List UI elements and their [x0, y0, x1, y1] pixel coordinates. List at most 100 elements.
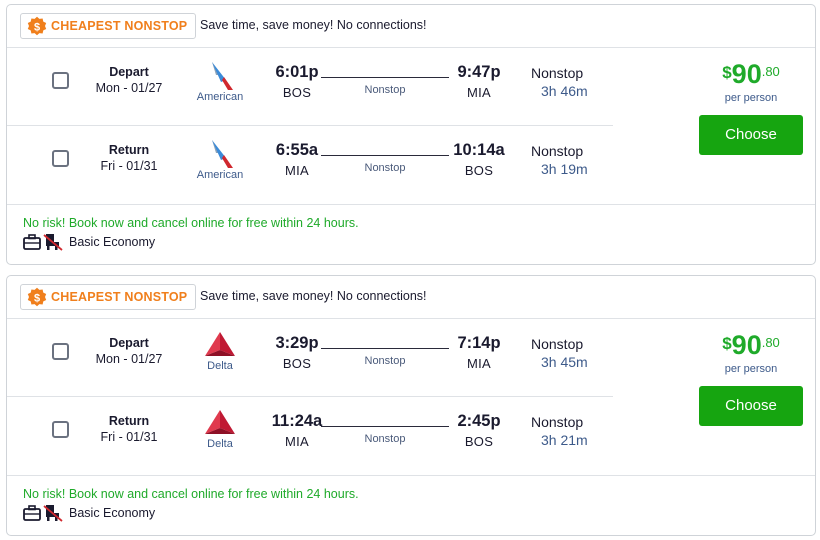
price-currency: $ [722, 334, 732, 353]
airline-name: American [196, 169, 244, 181]
duration: 3h 21m [541, 432, 588, 448]
card-footer: No risk! Book now and cancel online for … [7, 475, 815, 537]
leg-direction: Return Fri - 01/31 [77, 414, 181, 444]
airline: American [190, 60, 250, 103]
route-line [321, 348, 449, 349]
fare-class-row: Basic Economy [23, 233, 155, 251]
price: $90.80 per person [699, 330, 803, 375]
deal-banner: $ CHEAPEST NONSTOP Save time, save money… [7, 5, 815, 48]
flight-result-card: $ CHEAPEST NONSTOP Save time, save money… [6, 4, 816, 265]
dollar-badge-icon: $ [27, 287, 47, 307]
fare-class-row: Basic Economy [23, 504, 155, 522]
arrival: 2:45p BOS [439, 412, 519, 449]
arrival-airport: BOS [464, 434, 494, 449]
route-line [321, 155, 449, 156]
airline: American [190, 138, 250, 181]
leg-direction: Depart Mon - 01/27 [77, 336, 181, 366]
leg-date: Fri - 01/31 [100, 430, 158, 444]
price-amount: $90.80 [699, 59, 803, 90]
airline: Delta [190, 409, 250, 450]
airline-name: Delta [207, 360, 233, 372]
american-airlines-logo-icon [212, 140, 233, 168]
route-stops-label: Nonstop [364, 355, 406, 367]
leg-date: Mon - 01/27 [95, 81, 163, 95]
leg-date: Mon - 01/27 [95, 352, 163, 366]
cheapest-nonstop-badge: $ CHEAPEST NONSTOP [20, 284, 196, 310]
stops: Nonstop [531, 336, 584, 352]
fare-class-label: Basic Economy [69, 235, 156, 249]
departure-time: 3:29p [275, 334, 319, 352]
fare-icons [23, 504, 63, 522]
price-currency: $ [722, 63, 732, 82]
svg-text:$: $ [34, 21, 40, 33]
arrival: 10:14a BOS [439, 141, 519, 178]
choose-button[interactable]: Choose [699, 386, 803, 426]
direction-label: Depart [109, 336, 149, 350]
departure-time: 11:24a [271, 412, 323, 430]
flight-leg-depart: Depart Mon - 01/27 American 6:01p BOS No… [7, 48, 613, 126]
banner-text: Save time, save money! No connections! [200, 289, 427, 303]
route-line [321, 77, 449, 78]
delta-logo-icon [205, 410, 235, 434]
airline: Delta [190, 331, 250, 372]
leg-date: Fri - 01/31 [100, 159, 158, 173]
badge-label: CHEAPEST NONSTOP [51, 290, 188, 304]
duration: 3h 45m [541, 354, 588, 370]
leg-summary: Nonstop 3h 21m [531, 414, 631, 448]
leg-summary: Nonstop 3h 46m [531, 65, 631, 99]
arrival-airport: MIA [466, 85, 491, 100]
price-cents: .80 [761, 64, 780, 79]
departure-time: 6:55a [275, 141, 319, 159]
carry-on-bag-icon [23, 234, 41, 250]
flight-leg-return: Return Fri - 01/31 American 6:55a MIA No… [7, 126, 613, 204]
dollar-badge-icon: $ [27, 16, 47, 36]
flight-leg-depart: Depart Mon - 01/27 Delta 3:29p BOS Nonst… [7, 319, 613, 397]
price-dollars: 90 [731, 330, 762, 360]
delta-logo-icon [205, 332, 235, 356]
duration: 3h 46m [541, 83, 588, 99]
airline-name: Delta [207, 438, 233, 450]
arrival-time: 7:14p [457, 334, 501, 352]
arrival: 9:47p MIA [439, 63, 519, 100]
direction-label: Depart [109, 65, 149, 79]
route-stops-label: Nonstop [364, 84, 406, 96]
flight-leg-return: Return Fri - 01/31 Delta 11:24a MIA Nons… [7, 397, 613, 475]
arrival-time: 9:47p [457, 63, 501, 81]
per-person-label: per person [724, 363, 778, 375]
fare-icons [23, 233, 63, 251]
free-cancellation-note: No risk! Book now and cancel online for … [23, 487, 359, 501]
direction-label: Return [108, 414, 150, 428]
airline-name: American [196, 91, 244, 103]
no-seat-selection-icon [43, 234, 63, 251]
svg-text:$: $ [34, 292, 40, 304]
leg-checkbox[interactable] [52, 421, 69, 438]
arrival-time: 2:45p [457, 412, 501, 430]
banner-text: Save time, save money! No connections! [200, 18, 427, 32]
arrival: 7:14p MIA [439, 334, 519, 371]
price-amount: $90.80 [699, 330, 803, 361]
leg-checkbox[interactable] [52, 150, 69, 167]
route-stops-label: Nonstop [364, 162, 406, 174]
choose-button[interactable]: Choose [699, 115, 803, 155]
departure-time: 6:01p [275, 63, 319, 81]
leg-direction: Return Fri - 01/31 [77, 143, 181, 173]
price-dollars: 90 [731, 59, 762, 89]
stops: Nonstop [531, 65, 584, 81]
fare-class-label: Basic Economy [69, 506, 156, 520]
leg-checkbox[interactable] [52, 343, 69, 360]
flight-result-card: $ CHEAPEST NONSTOP Save time, save money… [6, 275, 816, 536]
leg-checkbox[interactable] [52, 72, 69, 89]
leg-summary: Nonstop 3h 45m [531, 336, 631, 370]
price-cents: .80 [761, 335, 780, 350]
no-seat-selection-icon [43, 505, 63, 522]
card-footer: No risk! Book now and cancel online for … [7, 204, 815, 266]
american-airlines-logo-icon [212, 62, 233, 90]
leg-summary: Nonstop 3h 19m [531, 143, 631, 177]
duration: 3h 19m [541, 161, 588, 177]
price: $90.80 per person [699, 59, 803, 104]
arrival-time: 10:14a [453, 141, 505, 159]
arrival-airport: BOS [464, 163, 494, 178]
per-person-label: per person [724, 92, 778, 104]
route-line [321, 426, 449, 427]
carry-on-bag-icon [23, 505, 41, 521]
